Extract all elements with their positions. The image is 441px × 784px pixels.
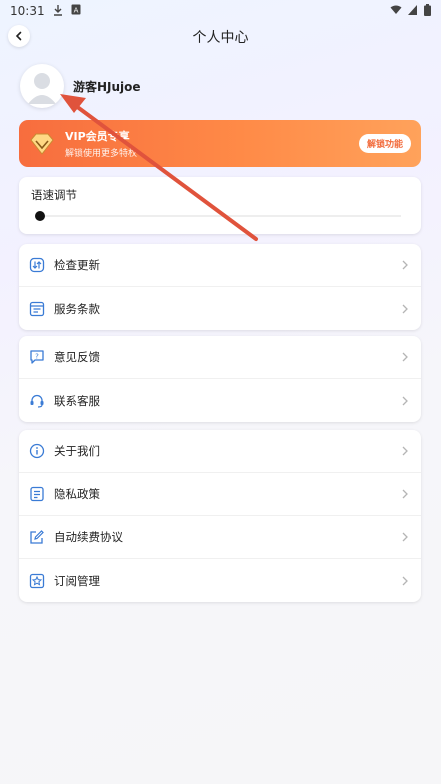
status-time: 10:31 (10, 4, 45, 18)
chevron-right-icon (401, 532, 409, 542)
menu-item-label: 关于我们 (54, 444, 100, 458)
avatar[interactable] (20, 64, 64, 108)
profile-section[interactable]: 游客HJujoe (20, 64, 141, 108)
info-icon (29, 443, 45, 459)
settings-group-1: 检查更新 服务条款 (19, 244, 421, 330)
menu-item-subscription[interactable]: 订阅管理 (19, 559, 421, 602)
cellular-icon (408, 4, 418, 18)
headset-icon (29, 393, 45, 409)
edit-icon (29, 529, 45, 545)
speed-label: 语速调节 (31, 188, 77, 202)
chevron-right-icon (401, 304, 409, 314)
page-title: 个人中心 (192, 30, 249, 46)
back-button[interactable] (8, 25, 30, 47)
a-icon: A (71, 4, 81, 18)
chevron-right-icon (401, 352, 409, 362)
menu-item-terms[interactable]: 服务条款 (19, 287, 421, 330)
svg-text:?: ? (35, 353, 39, 361)
menu-item-privacy-policy[interactable]: 隐私政策 (19, 473, 421, 516)
menu-item-feedback[interactable]: ? 意见反馈 (19, 336, 421, 379)
menu-item-check-update[interactable]: 检查更新 (19, 244, 421, 287)
menu-item-label: 检查更新 (54, 258, 100, 272)
subscription-icon (29, 573, 45, 589)
chevron-right-icon (401, 576, 409, 586)
terms-icon (29, 301, 45, 317)
chevron-right-icon (401, 260, 409, 270)
settings-group-2: ? 意见反馈 联系客服 (19, 336, 421, 422)
chevron-right-icon (401, 396, 409, 406)
speed-slider-knob[interactable] (35, 211, 45, 221)
download-icon (53, 4, 63, 19)
default-avatar-icon (28, 73, 56, 104)
settings-group-3: 关于我们 隐私政策 自动续费协议 订阅管理 (19, 430, 421, 602)
feedback-icon: ? (29, 349, 45, 365)
vip-subtitle: 解锁使用更多特权 (65, 149, 138, 159)
diamond-icon (29, 132, 55, 156)
status-bar: 10:31 A (0, 0, 441, 22)
chevron-right-icon (401, 489, 409, 499)
chevron-left-icon (15, 31, 22, 41)
menu-item-about-us[interactable]: 关于我们 (19, 430, 421, 473)
update-icon (29, 257, 45, 273)
vip-title: VIP会员专享 (65, 130, 130, 143)
menu-item-label: 隐私政策 (54, 487, 100, 501)
menu-item-label: 意见反馈 (54, 350, 100, 364)
speed-slider-track[interactable] (39, 215, 401, 217)
vip-banner[interactable]: VIP会员专享 解锁使用更多特权 解锁功能 (19, 120, 421, 167)
wifi-icon (390, 4, 402, 18)
privacy-icon (29, 486, 45, 502)
battery-icon (424, 3, 431, 19)
svg-text:A: A (73, 7, 78, 15)
menu-item-label: 自动续费协议 (54, 530, 123, 544)
speed-card: 语速调节 (19, 177, 421, 234)
menu-item-label: 订阅管理 (54, 573, 100, 588)
menu-item-label: 服务条款 (54, 301, 100, 316)
menu-item-label: 联系客服 (54, 393, 100, 408)
menu-item-customer-service[interactable]: 联系客服 (19, 379, 421, 422)
unlock-button[interactable]: 解锁功能 (358, 134, 411, 153)
username: 游客HJujoe (73, 79, 141, 94)
header: 个人中心 (0, 22, 441, 52)
chevron-right-icon (401, 446, 409, 456)
menu-item-auto-renew-agreement[interactable]: 自动续费协议 (19, 516, 421, 559)
